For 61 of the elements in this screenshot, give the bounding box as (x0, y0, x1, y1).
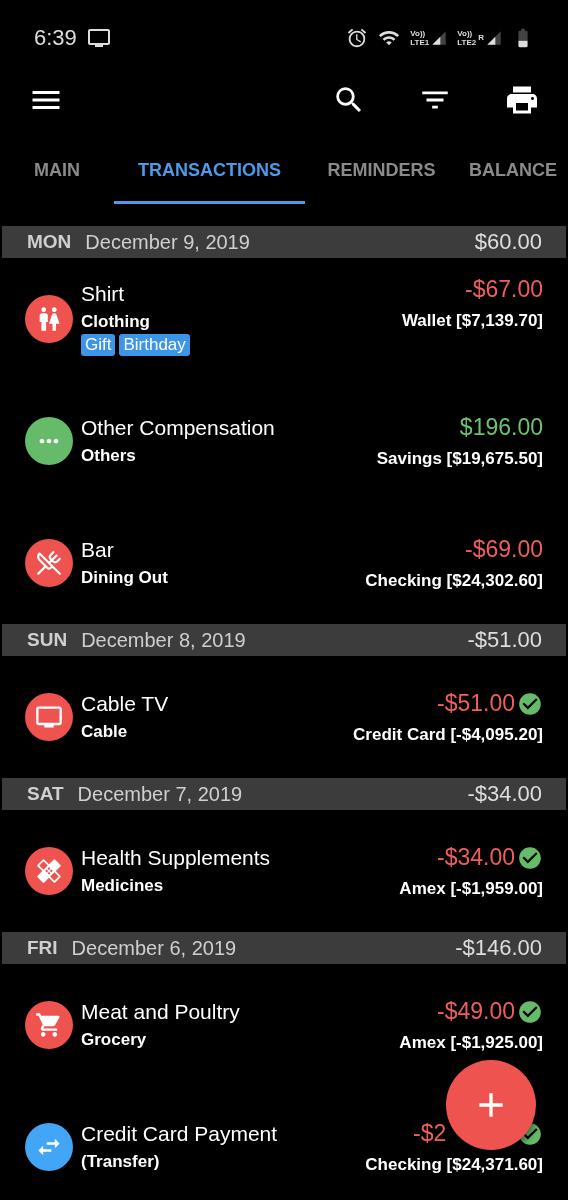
date: December 6, 2019 (71, 936, 238, 960)
account: Credit Card [-$4,095.20] (353, 725, 543, 745)
amount: -$34.00 (437, 844, 515, 871)
transaction-row[interactable]: Other Compensation Others $196.00 Savings [$19,675.50] (0, 380, 568, 502)
network-label: LTE1 (410, 37, 430, 47)
date: December 7, 2019 (77, 782, 244, 806)
transaction-row[interactable]: Bar Dining Out -$69.00 Checking [$24,302.60] (0, 502, 568, 624)
date: December 9, 2019 (85, 230, 251, 254)
day-total: $60.00 (474, 229, 542, 255)
transaction-title: Meat and Poultry (81, 1000, 241, 1024)
weekday: SAT (27, 783, 64, 805)
roaming-label: R (478, 33, 484, 42)
account: Wallet [$7,139.70] (401, 311, 543, 331)
category: Grocery (81, 1030, 148, 1050)
day-total: -$146.00 (455, 935, 542, 961)
transaction-row[interactable]: Shirt Clothing Gift Birthday -$67.00 Wallet [$7,139.70] (0, 258, 568, 380)
category: (Transfer) (81, 1152, 161, 1172)
tab[interactable]: TRANSACTIONS (114, 139, 305, 204)
category: Medicines (81, 876, 165, 896)
volte-label: Vo)) (457, 28, 473, 38)
weekday: FRI (27, 937, 58, 959)
status-time: 6:39 (34, 24, 77, 51)
account: Checking [$24,302.60] (365, 571, 543, 591)
volte-label: Vo)) (410, 28, 426, 38)
amount: -$51.00 (437, 690, 515, 717)
tag: Gift (81, 334, 116, 356)
transaction-title: Health Supplements (81, 846, 272, 870)
category: Others (81, 446, 137, 466)
transaction-title: Shirt (81, 282, 126, 306)
signal-icon (486, 29, 502, 46)
account: Savings [$19,675.50] (376, 449, 543, 469)
transaction-title: Cable TV (81, 692, 170, 716)
account: Amex [-$1,925.00] (399, 1033, 543, 1053)
day-total: -$51.00 (467, 627, 542, 653)
network-label: LTE2 (457, 37, 477, 47)
signal-icon (431, 29, 448, 46)
tab[interactable]: BALANCE (458, 139, 568, 204)
amount: $196.00 (459, 414, 543, 441)
account: Checking [$24,371.60] (365, 1155, 543, 1175)
category: Dining Out (81, 568, 169, 588)
amount: -$2 (413, 1120, 448, 1147)
amount: -$69.00 (465, 536, 543, 563)
tab[interactable]: REMINDERS (305, 139, 458, 204)
category: Cable (81, 722, 129, 742)
tab[interactable]: MAIN (0, 139, 114, 204)
date: December 8, 2019 (81, 628, 247, 652)
transaction-row[interactable]: Meat and Poultry Grocery -$49.00 Amex [-$1,925.00] (0, 964, 568, 1086)
transaction-title: Other Compensation (81, 416, 276, 440)
tag: Birthday (119, 334, 190, 356)
alarm-icon (346, 26, 369, 49)
transaction-title: Bar (81, 538, 115, 562)
transaction-row[interactable]: Health Supplements Medicines -$34.00 Amex [-$1,959.00] (0, 810, 568, 932)
weekday: SUN (27, 629, 68, 651)
weekday: MON (27, 231, 72, 253)
day-total: -$34.00 (467, 781, 542, 807)
transaction-row[interactable]: Cable TV Cable -$51.00 Credit Card [-$4,095.20] (0, 656, 568, 778)
account: Amex [-$1,959.00] (399, 879, 543, 899)
category: Clothing (81, 312, 151, 332)
transaction-title: Credit Card Payment (81, 1122, 279, 1146)
amount: -$67.00 (465, 276, 543, 303)
amount: -$49.00 (437, 998, 515, 1025)
